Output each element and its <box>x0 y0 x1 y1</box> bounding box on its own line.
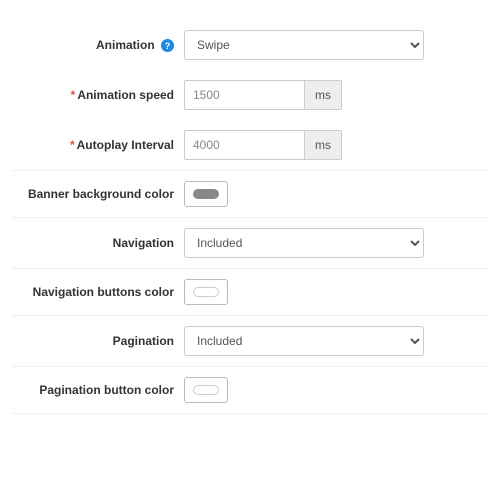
label-banner-bg-color: Banner background color <box>12 187 184 201</box>
row-animation-speed: *Animation speed ms <box>12 70 488 120</box>
label-pag-btn-color: Pagination button color <box>12 383 184 397</box>
label-text: Navigation buttons color <box>33 285 174 299</box>
control-pagination: Included <box>184 326 488 356</box>
label-text: Animation <box>96 38 155 52</box>
help-icon[interactable]: ? <box>161 39 174 52</box>
label-animation: Animation ? <box>12 38 184 52</box>
label-autoplay-interval: *Autoplay Interval <box>12 138 184 152</box>
label-text: Animation speed <box>77 88 174 102</box>
row-pagination: Pagination Included <box>12 316 488 367</box>
label-text: Autoplay Interval <box>77 138 174 152</box>
control-autoplay-interval: ms <box>184 130 488 160</box>
pag-btn-color-swatch[interactable] <box>184 377 228 403</box>
navigation-select[interactable]: Included <box>184 228 424 258</box>
row-autoplay-interval: *Autoplay Interval ms <box>12 120 488 171</box>
label-navigation: Navigation <box>12 236 184 250</box>
unit-addon: ms <box>304 80 342 110</box>
unit-addon: ms <box>304 130 342 160</box>
label-text: Pagination <box>113 334 174 348</box>
pagination-select[interactable]: Included <box>184 326 424 356</box>
color-pill <box>193 189 219 199</box>
color-pill <box>193 385 219 395</box>
control-banner-bg-color <box>184 181 488 207</box>
autoplay-interval-input[interactable] <box>184 130 304 160</box>
required-marker: * <box>70 138 75 152</box>
color-pill <box>193 287 219 297</box>
label-text: Banner background color <box>28 187 174 201</box>
banner-bg-color-swatch[interactable] <box>184 181 228 207</box>
nav-btn-color-swatch[interactable] <box>184 279 228 305</box>
control-animation: Swipe <box>184 30 488 60</box>
label-text: Pagination button color <box>39 383 174 397</box>
row-animation: Animation ? Swipe <box>12 20 488 70</box>
label-text: Navigation <box>113 236 174 250</box>
row-nav-btn-color: Navigation buttons color <box>12 269 488 316</box>
row-navigation: Navigation Included <box>12 218 488 269</box>
animation-select[interactable]: Swipe <box>184 30 424 60</box>
label-nav-btn-color: Navigation buttons color <box>12 285 184 299</box>
label-pagination: Pagination <box>12 334 184 348</box>
animation-speed-group: ms <box>184 80 342 110</box>
control-nav-btn-color <box>184 279 488 305</box>
autoplay-interval-group: ms <box>184 130 342 160</box>
required-marker: * <box>71 88 76 102</box>
label-animation-speed: *Animation speed <box>12 88 184 102</box>
control-navigation: Included <box>184 228 488 258</box>
row-pag-btn-color: Pagination button color <box>12 367 488 414</box>
control-animation-speed: ms <box>184 80 488 110</box>
animation-speed-input[interactable] <box>184 80 304 110</box>
settings-form: Animation ? Swipe *Animation speed ms *A… <box>0 0 500 454</box>
control-pag-btn-color <box>184 377 488 403</box>
row-banner-bg-color: Banner background color <box>12 171 488 218</box>
